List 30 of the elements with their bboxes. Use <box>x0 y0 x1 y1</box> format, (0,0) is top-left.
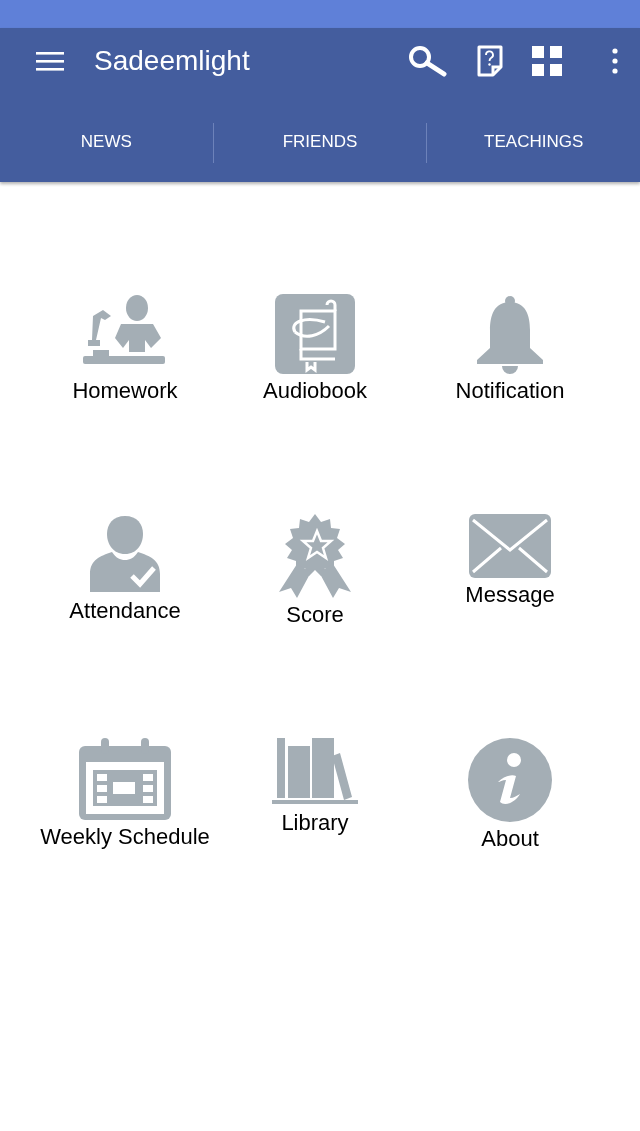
search-button[interactable] <box>408 45 448 77</box>
more-button[interactable] <box>612 48 618 74</box>
menu-tile[interactable]: Audiobook <box>250 294 380 404</box>
book-headphones-icon <box>275 294 355 374</box>
menu-tile[interactable]: Weekly Schedule <box>0 738 250 850</box>
grid-icon <box>532 46 562 76</box>
bell-icon <box>475 294 545 374</box>
menu-icon <box>36 51 64 71</box>
books-icon <box>272 738 358 806</box>
menu-tile[interactable]: Message <box>380 514 640 608</box>
envelope-icon <box>469 514 551 578</box>
question-page-icon <box>476 45 504 77</box>
menu-button[interactable] <box>36 51 64 71</box>
menu-tile[interactable]: Attendance <box>0 514 250 624</box>
person-check-icon <box>88 514 162 594</box>
menu-tile[interactable]: Notification <box>380 294 640 404</box>
tab[interactable]: NEWS <box>0 119 213 167</box>
tab[interactable]: FRIENDS <box>213 119 427 167</box>
menu-tile[interactable]: About <box>380 738 640 852</box>
grid-button[interactable] <box>532 46 562 76</box>
menu-tile[interactable]: Library <box>250 738 380 836</box>
search-icon <box>408 45 448 77</box>
help-button[interactable] <box>476 45 504 77</box>
menu-tile[interactable]: Score <box>250 514 380 628</box>
tab[interactable]: TEACHINGS <box>427 119 640 167</box>
more-icon <box>612 48 618 74</box>
menu-tile[interactable]: Homework <box>0 294 250 404</box>
app-title: Sadeemlight <box>94 45 251 77</box>
calendar-icon <box>79 738 171 820</box>
info-icon <box>468 738 552 822</box>
